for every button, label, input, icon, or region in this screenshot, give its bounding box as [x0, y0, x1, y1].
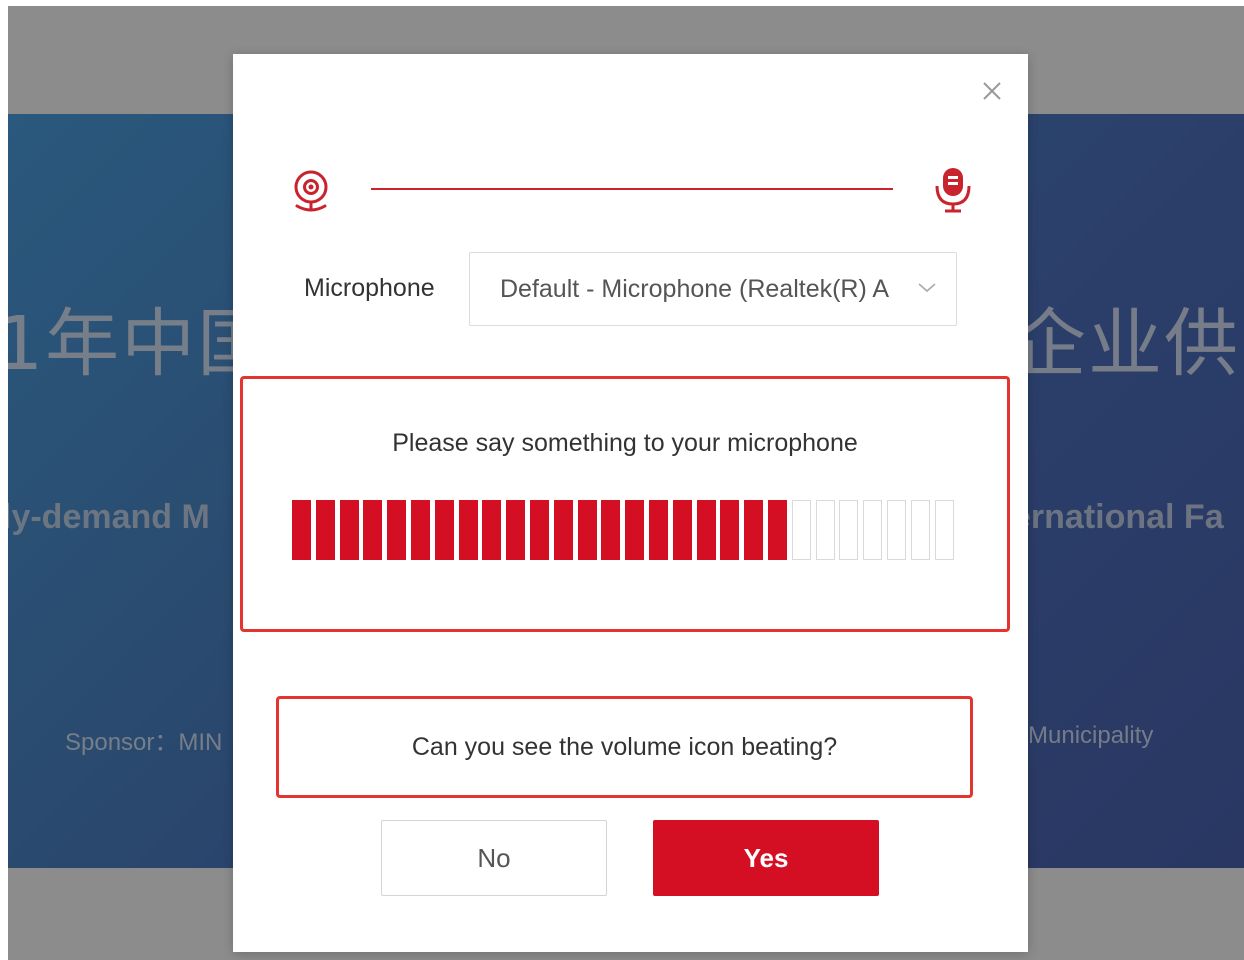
microphone-test-panel: Please say something to your microphone — [240, 376, 1010, 632]
volume-bar — [720, 500, 740, 560]
volume-bar — [553, 500, 573, 560]
volume-bar — [482, 500, 502, 560]
webcam-icon — [291, 168, 331, 214]
volume-bar — [886, 500, 906, 560]
test-prompt: Please say something to your microphone — [392, 429, 858, 457]
volume-bar — [387, 500, 407, 560]
step-progress-line — [371, 188, 893, 190]
yes-button[interactable]: Yes — [653, 820, 879, 896]
volume-bar — [910, 500, 930, 560]
question-panel: Can you see the volume icon beating? — [276, 696, 973, 798]
volume-bar — [863, 500, 883, 560]
volume-bar — [601, 500, 621, 560]
volume-bar — [744, 500, 764, 560]
volume-bar — [506, 500, 526, 560]
volume-bar — [791, 500, 811, 560]
volume-bar — [767, 500, 787, 560]
volume-bar — [696, 500, 716, 560]
microphone-select[interactable]: Default - Microphone (Realtek(R) A — [469, 252, 957, 326]
chevron-down-icon — [916, 279, 938, 295]
volume-meter — [292, 500, 972, 560]
volume-bar — [672, 500, 692, 560]
volume-bar — [648, 500, 668, 560]
volume-bar — [625, 500, 645, 560]
microphone-label: Microphone — [304, 274, 435, 302]
volume-bar — [363, 500, 383, 560]
microphone-icon — [933, 164, 973, 214]
volume-bar — [410, 500, 430, 560]
volume-bar — [529, 500, 549, 560]
volume-bar — [458, 500, 478, 560]
volume-bar — [339, 500, 359, 560]
volume-bar — [577, 500, 597, 560]
question-text: Can you see the volume icon beating? — [411, 733, 838, 761]
volume-bar — [315, 500, 335, 560]
close-icon[interactable] — [977, 76, 1007, 106]
volume-bar — [434, 500, 454, 560]
volume-bar — [839, 500, 859, 560]
device-test-dialog: Microphone Default - Microphone (Realtek… — [233, 54, 1028, 952]
microphone-select-value: Default - Microphone (Realtek(R) A — [500, 275, 890, 303]
volume-bar — [815, 500, 835, 560]
no-button[interactable]: No — [381, 820, 607, 896]
volume-bar — [292, 500, 311, 560]
volume-bar — [934, 500, 954, 560]
